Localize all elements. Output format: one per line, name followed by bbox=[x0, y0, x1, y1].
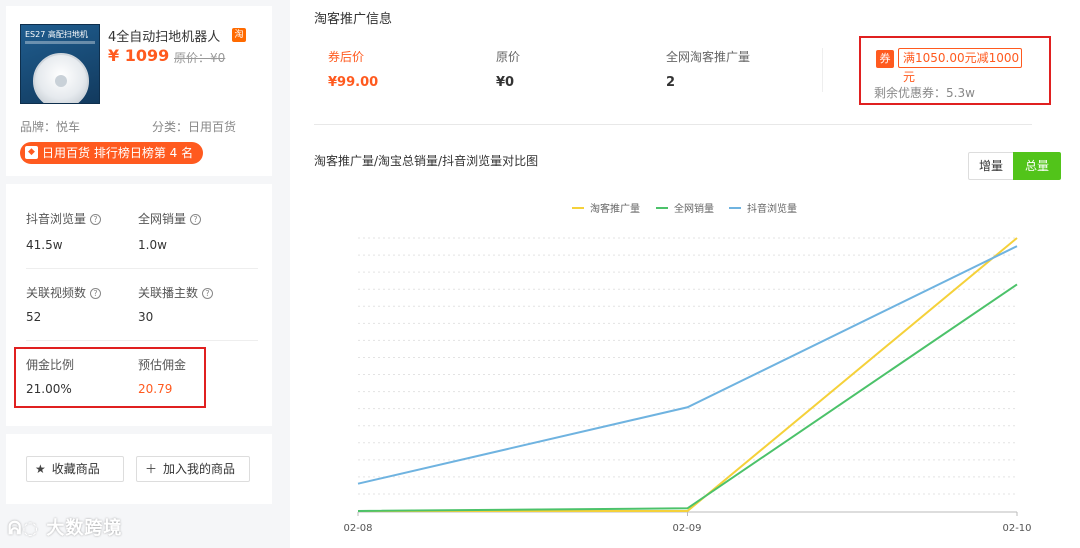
product-original-price: 原价：¥0 bbox=[174, 51, 226, 65]
divider bbox=[314, 124, 1032, 125]
legend-item-network-sales[interactable]: 全网销量 bbox=[656, 200, 714, 215]
series-line-0[interactable] bbox=[358, 237, 1018, 512]
legend-label: 淘客推广量 bbox=[590, 204, 640, 215]
page-root: ES27 高配扫地机 4全自动扫地机器人 淘 ¥ 1099 原价：¥0 品牌：悦… bbox=[0, 0, 1080, 548]
original-price-label: 原价 bbox=[496, 50, 521, 64]
toggle-increment[interactable]: 增量 bbox=[968, 152, 1014, 180]
product-image[interactable]: ES27 高配扫地机 bbox=[20, 24, 100, 104]
x-tick-label: 02-10 bbox=[1002, 523, 1032, 534]
coupon-highlight-box bbox=[859, 36, 1051, 105]
actions-card: ★ 收藏商品 ＋ 加入我的商品 bbox=[6, 434, 272, 504]
plus-icon: ＋ bbox=[145, 462, 158, 476]
product-category: 分类：日用百货 bbox=[152, 120, 237, 134]
taobao-icon: 淘 bbox=[232, 28, 246, 42]
product-card: ES27 高配扫地机 4全自动扫地机器人 淘 ¥ 1099 原价：¥0 品牌：悦… bbox=[6, 6, 272, 176]
after-coupon-value: ¥99.00 bbox=[328, 75, 379, 90]
watermark-text: 大数跨境 bbox=[46, 518, 123, 539]
divider bbox=[822, 48, 823, 92]
after-coupon-label: 券后价 bbox=[328, 50, 365, 64]
favorite-button[interactable]: ★ 收藏商品 bbox=[26, 456, 124, 482]
promo-section-title: 淘客推广信息 bbox=[314, 12, 393, 27]
rank-badge-label: 日用百货 排行榜日榜第 4 名 bbox=[42, 146, 194, 160]
legend-label: 全网销量 bbox=[674, 204, 714, 215]
divider bbox=[26, 340, 258, 341]
rank-badge[interactable]: ◆ 日用百货 排行榜日榜第 4 名 bbox=[20, 142, 204, 164]
commission-highlight-box bbox=[14, 347, 206, 408]
watermark-logo: ᕱ◌ 大数跨境 bbox=[8, 514, 122, 540]
related-streamers-label: 关联播主数? bbox=[138, 284, 214, 301]
series-line-1[interactable] bbox=[357, 283, 1018, 512]
x-tick-label: 02-08 bbox=[343, 523, 373, 534]
legend-swatch bbox=[572, 207, 584, 209]
help-icon[interactable]: ? bbox=[90, 214, 102, 225]
toggle-total[interactable]: 总量 bbox=[1013, 152, 1061, 180]
product-image-label: ES27 高配扫地机 bbox=[25, 30, 88, 39]
chart-title: 淘客推广量/淘宝总销量/抖音浏览量对比图 bbox=[314, 154, 539, 168]
add-button-label: 加入我的商品 bbox=[163, 462, 236, 476]
legend-item-douyin-views[interactable]: 抖音浏览量 bbox=[729, 200, 797, 215]
robot-vacuum-icon bbox=[33, 53, 89, 103]
product-brand: 品牌：悦车 bbox=[20, 120, 81, 134]
star-icon: ★ bbox=[35, 462, 46, 476]
help-icon[interactable]: ? bbox=[190, 214, 202, 225]
network-sales-label: 全网销量? bbox=[138, 210, 202, 227]
promo-count-label: 全网淘客推广量 bbox=[666, 50, 751, 64]
product-image-subtitle bbox=[25, 41, 95, 44]
help-icon[interactable]: ? bbox=[90, 288, 102, 299]
x-tick-label: 02-09 bbox=[672, 523, 702, 534]
shopping-bag-icon: ◆ bbox=[25, 146, 38, 159]
product-title[interactable]: 4全自动扫地机器人 bbox=[108, 26, 220, 45]
network-sales-value: 1.0w bbox=[138, 238, 167, 252]
related-streamers-value: 30 bbox=[138, 310, 154, 324]
divider bbox=[26, 268, 258, 269]
related-videos-label: 关联视频数? bbox=[26, 284, 102, 301]
douyin-views-label: 抖音浏览量? bbox=[26, 210, 102, 227]
legend-swatch bbox=[656, 207, 668, 209]
legend-label: 抖音浏览量 bbox=[747, 204, 797, 215]
related-videos-value: 52 bbox=[26, 310, 42, 324]
series-line-2[interactable] bbox=[357, 245, 1018, 485]
add-to-my-products-button[interactable]: ＋ 加入我的商品 bbox=[136, 456, 250, 482]
watermark-icon: ᕱ◌ bbox=[8, 518, 40, 539]
douyin-views-value: 41.5w bbox=[26, 238, 63, 252]
legend-swatch bbox=[729, 207, 741, 209]
product-price: ¥ 1099 bbox=[108, 46, 170, 65]
favorite-button-label: 收藏商品 bbox=[51, 462, 100, 476]
original-price-value: ¥0 bbox=[496, 75, 515, 90]
help-icon[interactable]: ? bbox=[202, 288, 214, 299]
promo-count-value: 2 bbox=[666, 75, 676, 90]
legend-item-taoke[interactable]: 淘客推广量 bbox=[572, 200, 640, 215]
